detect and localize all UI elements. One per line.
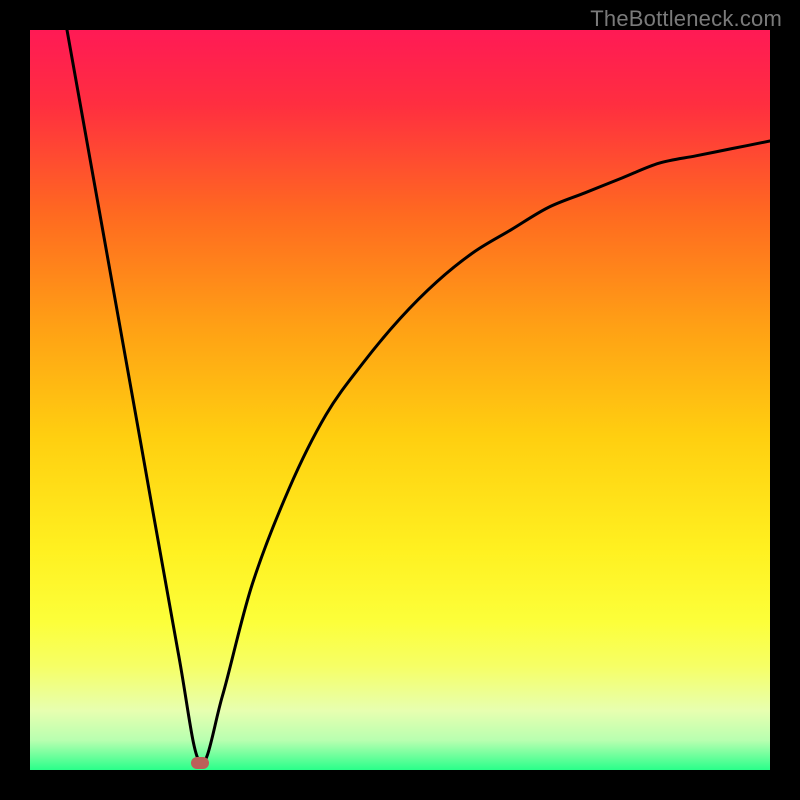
watermark-text: TheBottleneck.com	[590, 6, 782, 32]
chart-frame: TheBottleneck.com	[0, 0, 800, 800]
curve-layer	[30, 30, 770, 770]
plot-area	[30, 30, 770, 770]
optimal-marker	[191, 757, 209, 769]
bottleneck-curve	[67, 30, 770, 763]
